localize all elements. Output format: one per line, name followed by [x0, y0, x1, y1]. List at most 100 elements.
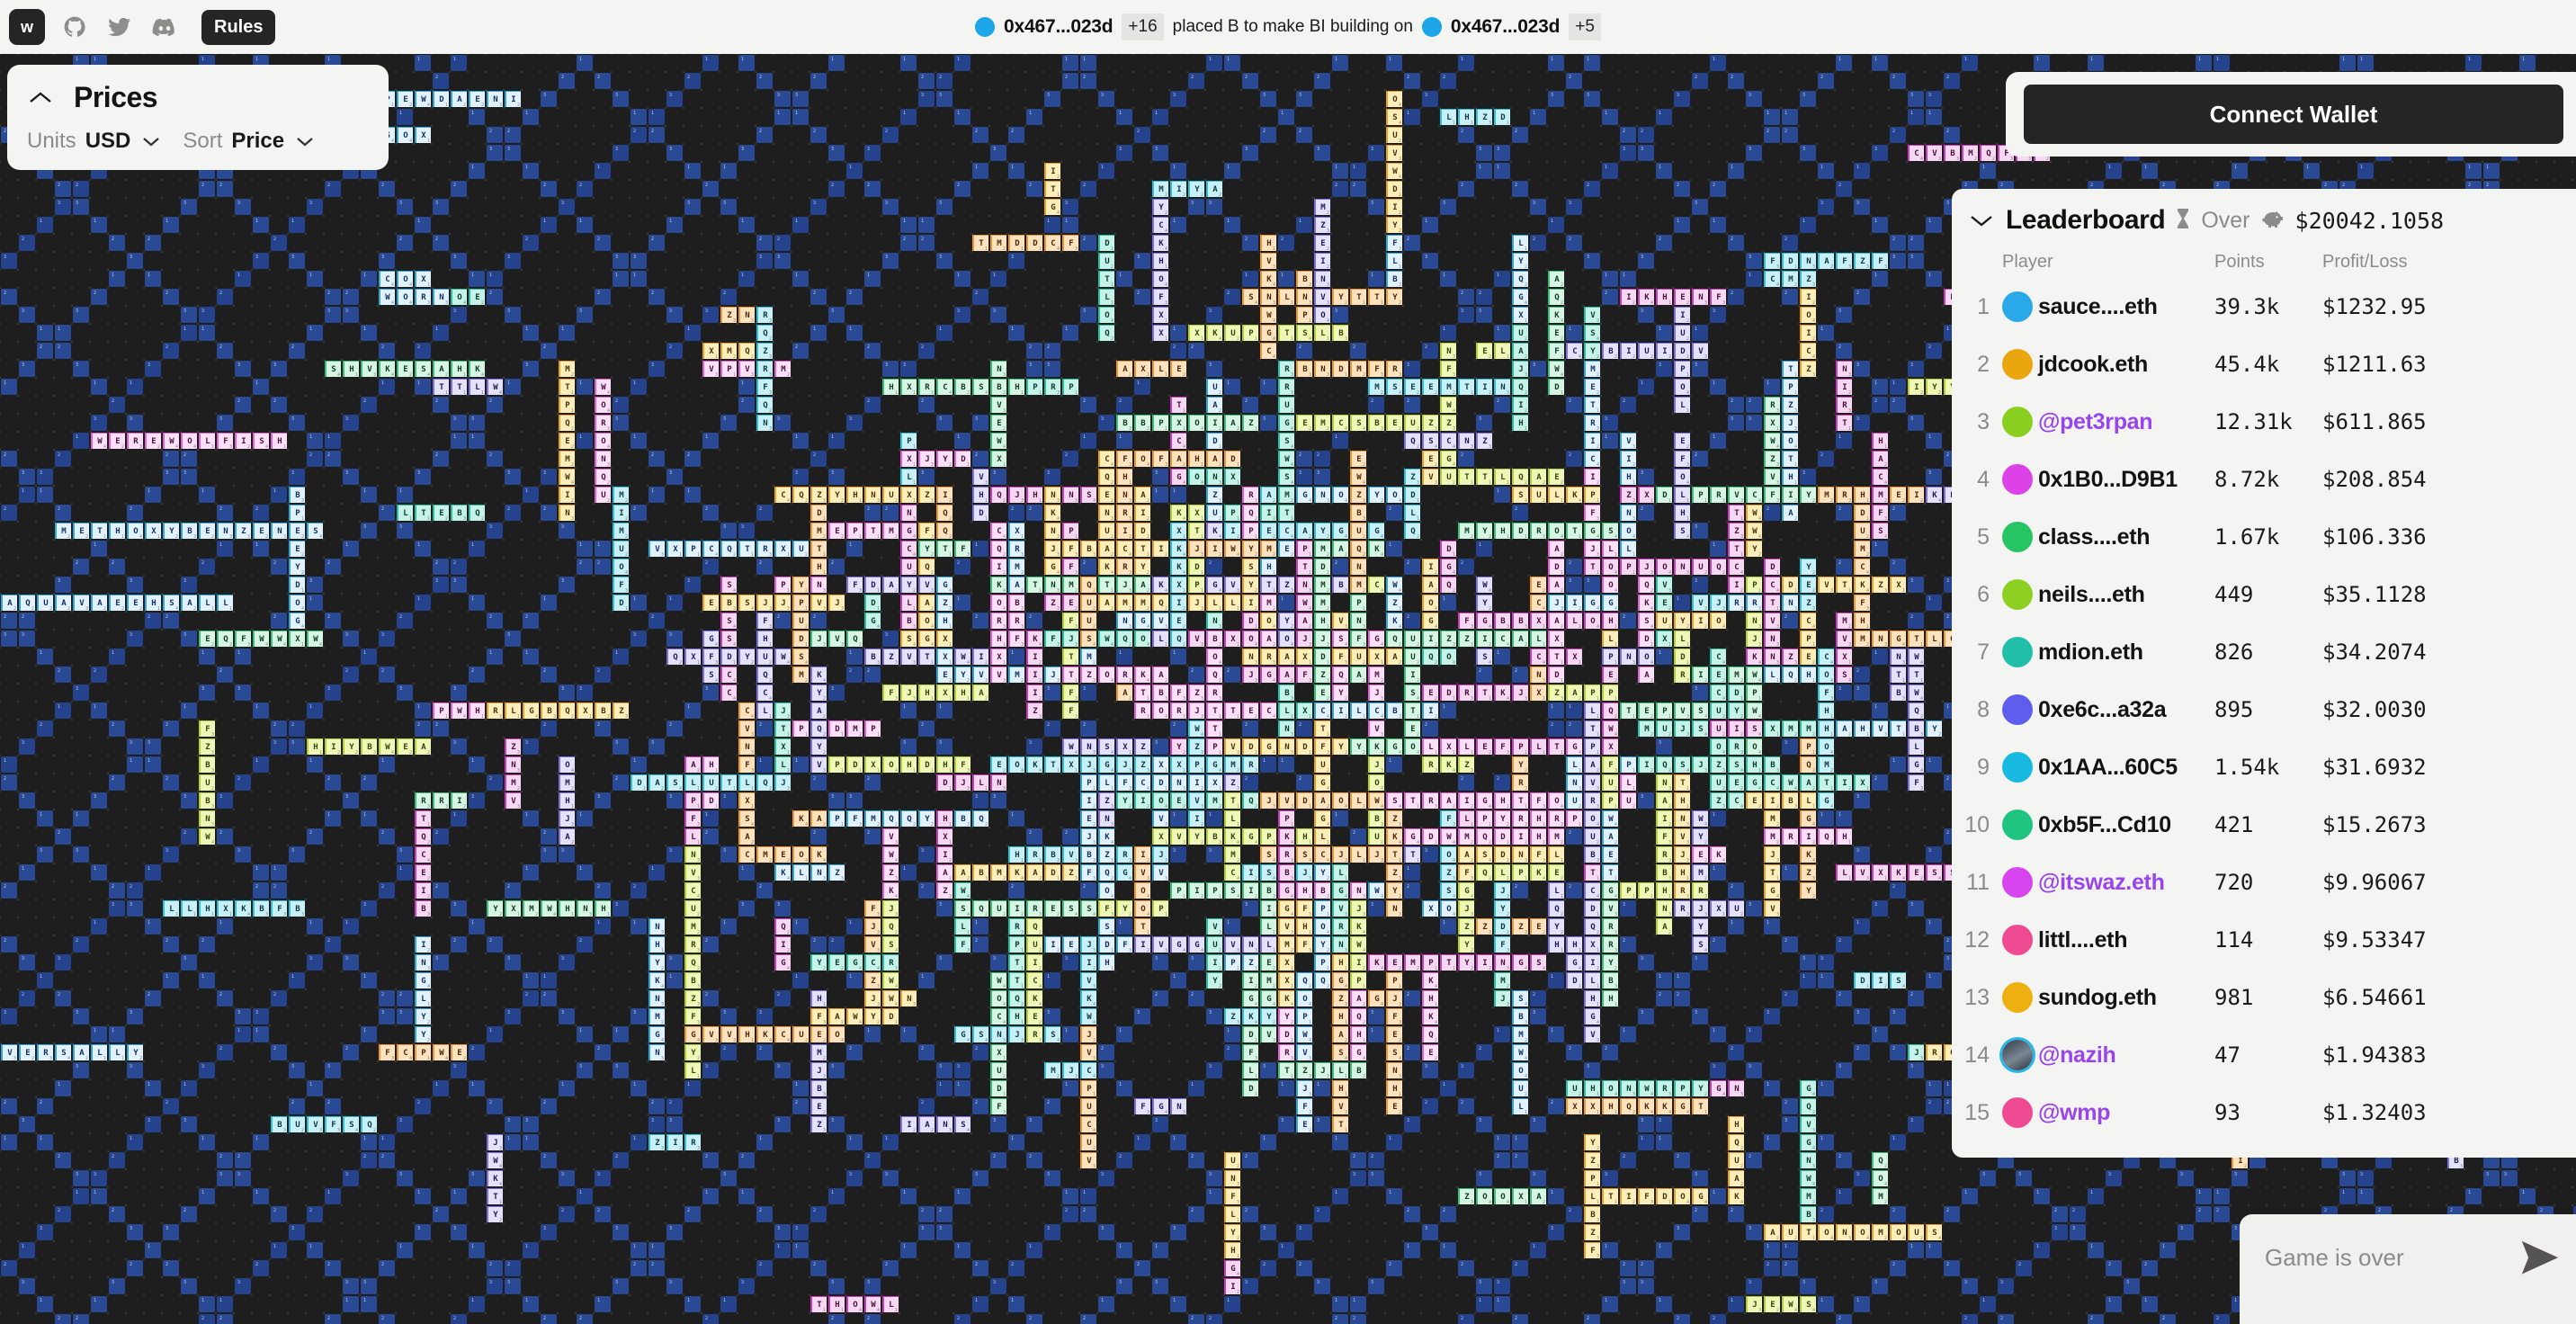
- bonus-tile[interactable]: 1: [1764, 379, 1780, 395]
- bonus-tile[interactable]: 2: [1170, 720, 1186, 737]
- bonus-tile[interactable]: 1: [1674, 217, 1690, 233]
- bonus-tile[interactable]: 2: [918, 1206, 935, 1222]
- bonus-tile[interactable]: 3: [990, 1116, 1006, 1132]
- bonus-tile[interactable]: 1: [577, 1188, 593, 1204]
- bonus-tile[interactable]: 3: [1530, 1116, 1546, 1132]
- bonus-tile[interactable]: 2: [1, 613, 17, 629]
- bonus-tile[interactable]: 1: [523, 163, 539, 179]
- bonus-tile[interactable]: 2: [1926, 343, 1942, 359]
- bonus-tile[interactable]: 3: [469, 415, 485, 431]
- bonus-tile[interactable]: 2: [163, 720, 179, 737]
- bonus-tile[interactable]: 1: [1656, 972, 1672, 989]
- bonus-tile[interactable]: 2: [810, 289, 827, 305]
- letter-tile[interactable]: I2: [235, 433, 251, 449]
- bonus-tile[interactable]: 1: [1026, 1242, 1042, 1258]
- bonus-tile[interactable]: 2: [756, 559, 773, 575]
- bonus-tile[interactable]: 3: [1152, 954, 1168, 971]
- bonus-tile[interactable]: 2: [127, 882, 143, 899]
- bonus-tile[interactable]: 3: [2501, 1170, 2518, 1186]
- bonus-tile[interactable]: 2: [864, 1152, 881, 1168]
- bonus-tile[interactable]: 2: [109, 1206, 125, 1222]
- bonus-tile[interactable]: 3: [756, 253, 773, 269]
- bonus-tile[interactable]: 1: [2465, 55, 2482, 71]
- bonus-tile[interactable]: 1: [469, 271, 485, 287]
- bonus-tile[interactable]: 1: [1206, 1188, 1222, 1204]
- bonus-tile[interactable]: 1: [397, 864, 413, 881]
- bonus-tile[interactable]: 1: [1818, 325, 1834, 341]
- bonus-tile[interactable]: 1: [163, 217, 179, 233]
- letter-tile[interactable]: U2: [1404, 631, 1420, 647]
- bonus-tile[interactable]: 2: [415, 1098, 431, 1114]
- bonus-tile[interactable]: 3: [1296, 1224, 1312, 1240]
- letter-tile[interactable]: Y2: [163, 523, 179, 539]
- letter-tile[interactable]: V3: [1764, 469, 1780, 485]
- letter-tile[interactable]: N3: [433, 289, 449, 305]
- letter-tile[interactable]: E2: [1314, 684, 1330, 701]
- bonus-tile[interactable]: 1: [1710, 433, 1726, 449]
- letter-tile[interactable]: H1: [738, 1026, 755, 1042]
- letter-tile[interactable]: C4: [397, 1044, 413, 1060]
- letter-tile[interactable]: N3: [936, 1116, 953, 1132]
- bonus-tile[interactable]: 2: [648, 1260, 665, 1276]
- letter-tile[interactable]: V3: [1728, 487, 1744, 503]
- bonus-tile[interactable]: 1: [954, 1188, 970, 1204]
- bonus-tile[interactable]: 3: [1368, 900, 1384, 917]
- bonus-tile[interactable]: 1: [1206, 55, 1222, 71]
- bonus-tile[interactable]: 3: [217, 1170, 233, 1186]
- bonus-tile[interactable]: 2: [1926, 1098, 1942, 1114]
- bonus-tile[interactable]: 2: [1458, 181, 1474, 197]
- bonus-tile[interactable]: 3: [990, 307, 1006, 323]
- bonus-tile[interactable]: 1: [666, 217, 683, 233]
- letter-tile[interactable]: Y2: [127, 1044, 143, 1060]
- letter-tile[interactable]: N3: [1458, 433, 1474, 449]
- bonus-tile[interactable]: 1: [2465, 1188, 2482, 1204]
- bonus-tile[interactable]: 2: [433, 73, 449, 89]
- bonus-tile[interactable]: 1: [307, 702, 323, 719]
- bonus-tile[interactable]: 3: [577, 307, 593, 323]
- bonus-tile[interactable]: 1: [91, 541, 107, 557]
- bonus-tile[interactable]: 1: [361, 649, 377, 665]
- letter-tile[interactable]: Z3: [1296, 1062, 1312, 1078]
- letter-tile[interactable]: W4: [1080, 1008, 1096, 1024]
- bonus-tile[interactable]: 2: [648, 613, 665, 629]
- bonus-tile[interactable]: 2: [19, 235, 35, 251]
- letter-tile[interactable]: O4: [1494, 1188, 1510, 1204]
- bonus-tile[interactable]: 1: [19, 487, 35, 503]
- bonus-tile[interactable]: 3: [1746, 91, 1762, 107]
- bonus-tile[interactable]: 1: [1926, 595, 1942, 611]
- letter-tile[interactable]: V3: [1, 1044, 17, 1060]
- bonus-tile[interactable]: 3: [1638, 1278, 1654, 1294]
- letter-tile[interactable]: O4: [595, 397, 611, 413]
- bonus-tile[interactable]: 1: [631, 595, 647, 611]
- bonus-tile[interactable]: 2: [1890, 127, 1906, 143]
- bonus-tile[interactable]: 1: [19, 864, 35, 881]
- bonus-tile[interactable]: 1: [631, 433, 647, 449]
- bonus-tile[interactable]: 1: [1404, 864, 1420, 881]
- bonus-tile[interactable]: 1: [361, 487, 377, 503]
- bonus-tile[interactable]: 2: [1728, 882, 1744, 899]
- bonus-tile[interactable]: 2: [1962, 1314, 1978, 1324]
- bonus-tile[interactable]: 3: [1476, 1278, 1492, 1294]
- bonus-tile[interactable]: 3: [181, 1116, 197, 1132]
- bonus-tile[interactable]: 1: [307, 433, 323, 449]
- bonus-tile[interactable]: 3: [936, 253, 953, 269]
- bonus-tile[interactable]: 2: [1404, 990, 1420, 1006]
- bonus-tile[interactable]: 2: [1350, 828, 1366, 845]
- bonus-tile[interactable]: 2: [1296, 1260, 1312, 1276]
- bonus-tile[interactable]: 2: [1944, 1260, 1960, 1276]
- bonus-tile[interactable]: 3: [1926, 91, 1942, 107]
- bonus-tile[interactable]: 1: [792, 109, 809, 125]
- bonus-tile[interactable]: 1: [1602, 163, 1618, 179]
- letter-tile[interactable]: S4: [1602, 523, 1618, 539]
- bonus-tile[interactable]: 3: [2232, 1170, 2248, 1186]
- bonus-tile[interactable]: 2: [1278, 235, 1294, 251]
- bonus-tile[interactable]: 1: [199, 1296, 215, 1312]
- bonus-tile[interactable]: 2: [810, 451, 827, 467]
- bonus-tile[interactable]: 1: [631, 109, 647, 125]
- bonus-tile[interactable]: 2: [864, 828, 881, 845]
- bonus-tile[interactable]: 2: [217, 505, 233, 521]
- letter-tile[interactable]: Z3: [1440, 631, 1456, 647]
- bonus-tile[interactable]: 1: [523, 810, 539, 827]
- bonus-tile[interactable]: 2: [1944, 73, 1960, 89]
- bonus-tile[interactable]: 1: [253, 702, 269, 719]
